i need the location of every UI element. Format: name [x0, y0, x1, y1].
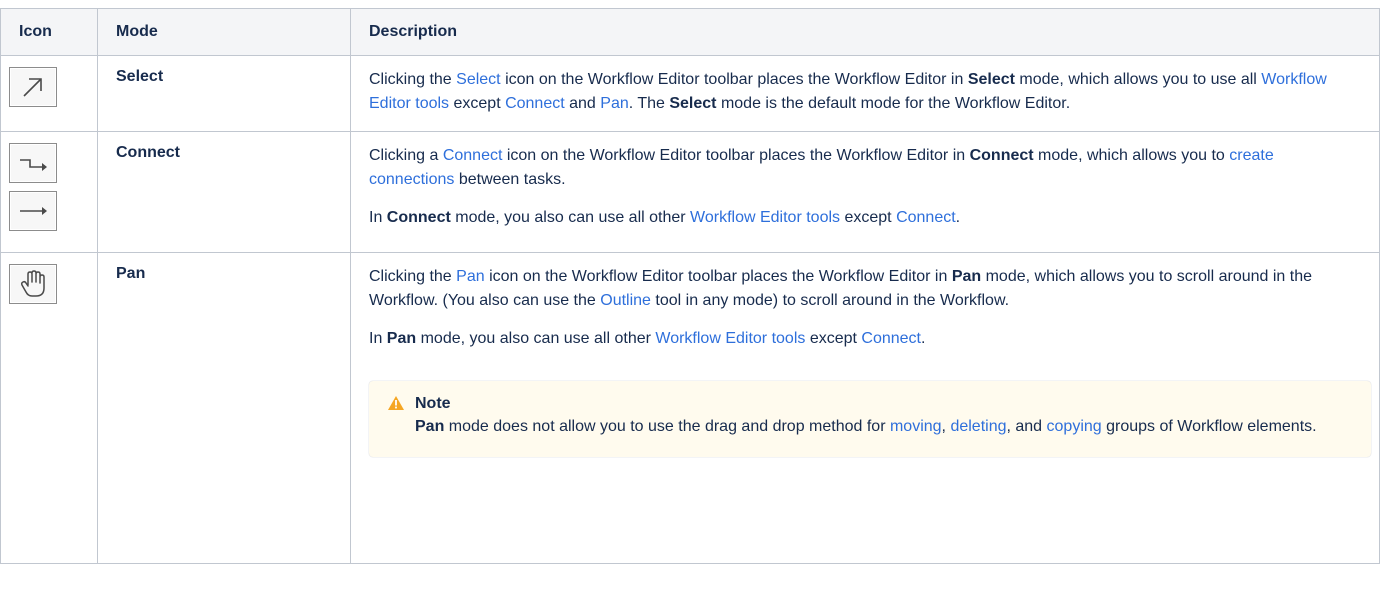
text-run: In	[369, 209, 387, 226]
text-run: except	[840, 209, 897, 226]
bold-term: Pan	[415, 418, 445, 435]
icon-cell	[0, 55, 98, 132]
link-connect[interactable]: Connect	[861, 330, 921, 347]
text-run: mode does not allow you to use the drag …	[444, 418, 890, 435]
link-select[interactable]: Select	[456, 71, 500, 88]
text-run: icon on the Workflow Editor toolbar plac…	[502, 147, 970, 164]
link-connect[interactable]: Connect	[443, 147, 503, 164]
text-run: tool in any mode) to scroll around in th…	[650, 292, 1010, 309]
description-paragraph: Clicking a Connect icon on the Workflow …	[369, 144, 1351, 192]
link-moving[interactable]: moving	[890, 418, 942, 435]
text-run: except	[449, 95, 506, 112]
bold-term: Select	[967, 71, 1015, 88]
modes-table: Icon Mode Description Select Clicking th…	[0, 8, 1380, 564]
text-run: mode, you also can use all other	[416, 330, 656, 347]
table-row-select: Select Clicking the Select icon on the W…	[0, 55, 1380, 132]
bold-term: Pan	[386, 330, 417, 347]
bold-term: Pan	[951, 268, 982, 285]
description-paragraph: In Pan mode, you also can use all other …	[369, 327, 1351, 351]
text-run: Clicking the	[369, 71, 457, 88]
bold-term: Connect	[969, 147, 1034, 164]
icon-cell	[0, 252, 98, 564]
text-run: mode, which allows you to use all	[1014, 71, 1262, 88]
text-run: icon on the Workflow Editor toolbar plac…	[484, 268, 952, 285]
description-cell: Clicking the Pan icon on the Workflow Ed…	[350, 252, 1380, 564]
table-row-pan: Pan Clicking the Pan icon on the Workflo…	[0, 252, 1380, 564]
icon-cell	[0, 131, 98, 253]
description-cell: Clicking the Select icon on the Workflow…	[350, 55, 1380, 132]
description-paragraph: Clicking the Pan icon on the Workflow Ed…	[369, 265, 1351, 313]
text-run: In	[369, 330, 387, 347]
link-workflow-editor-tools[interactable]: Workflow Editor tools	[655, 330, 805, 347]
link-outline[interactable]: Outline	[600, 292, 651, 309]
description-paragraph: In Connect mode, you also can use all ot…	[369, 206, 1351, 230]
connect-straight-icon	[9, 191, 57, 231]
bold-term: Connect	[386, 209, 451, 226]
note-panel: Note Pan mode does not allow you to use t…	[369, 381, 1371, 457]
text-run: Clicking the	[369, 268, 457, 285]
warning-icon	[387, 395, 405, 419]
description-paragraph: Clicking the Select icon on the Workflow…	[369, 68, 1351, 116]
connect-elbow-icon	[9, 143, 57, 183]
table-header-row: Icon Mode Description	[0, 8, 1380, 56]
note-title: Note	[415, 395, 451, 412]
text-run: icon on the Workflow Editor toolbar plac…	[500, 71, 968, 88]
column-header-mode: Mode	[97, 8, 351, 56]
text-run: between tasks.	[454, 171, 566, 188]
pan-hand-icon	[9, 264, 57, 304]
note-body: Pan mode does not allow you to use the d…	[415, 415, 1355, 439]
link-pan[interactable]: Pan	[456, 268, 484, 285]
text-run: mode, which allows you to	[1033, 147, 1230, 164]
link-deleting[interactable]: deleting	[950, 418, 1006, 435]
bold-term: Select	[669, 95, 717, 112]
mode-name: Select	[97, 55, 351, 132]
text-run: . The	[628, 95, 670, 112]
text-run: .	[921, 330, 926, 347]
text-run: except	[805, 330, 862, 347]
description-cell: Clicking a Connect icon on the Workflow …	[350, 131, 1380, 253]
text-run: groups of Workflow elements.	[1101, 418, 1317, 435]
link-connect[interactable]: Connect	[505, 95, 565, 112]
table-row-connect: Connect Clicking a Connect icon on the W…	[0, 131, 1380, 253]
text-run: .	[955, 209, 961, 226]
text-run: Clicking a	[369, 147, 443, 164]
select-arrow-icon	[9, 67, 57, 107]
text-run: and	[564, 95, 601, 112]
mode-name: Connect	[97, 131, 351, 253]
text-run: mode is the default mode for the Workflo…	[716, 95, 1071, 112]
link-pan[interactable]: Pan	[600, 95, 628, 112]
link-workflow-editor-tools[interactable]: Workflow Editor tools	[690, 209, 840, 226]
column-header-description: Description	[350, 8, 1380, 56]
column-header-icon: Icon	[0, 8, 98, 56]
mode-name: Pan	[97, 252, 351, 564]
link-copying[interactable]: copying	[1047, 418, 1102, 435]
text-run: , and	[1006, 418, 1047, 435]
text-run: mode, you also can use all other	[450, 209, 691, 226]
link-connect[interactable]: Connect	[896, 209, 956, 226]
